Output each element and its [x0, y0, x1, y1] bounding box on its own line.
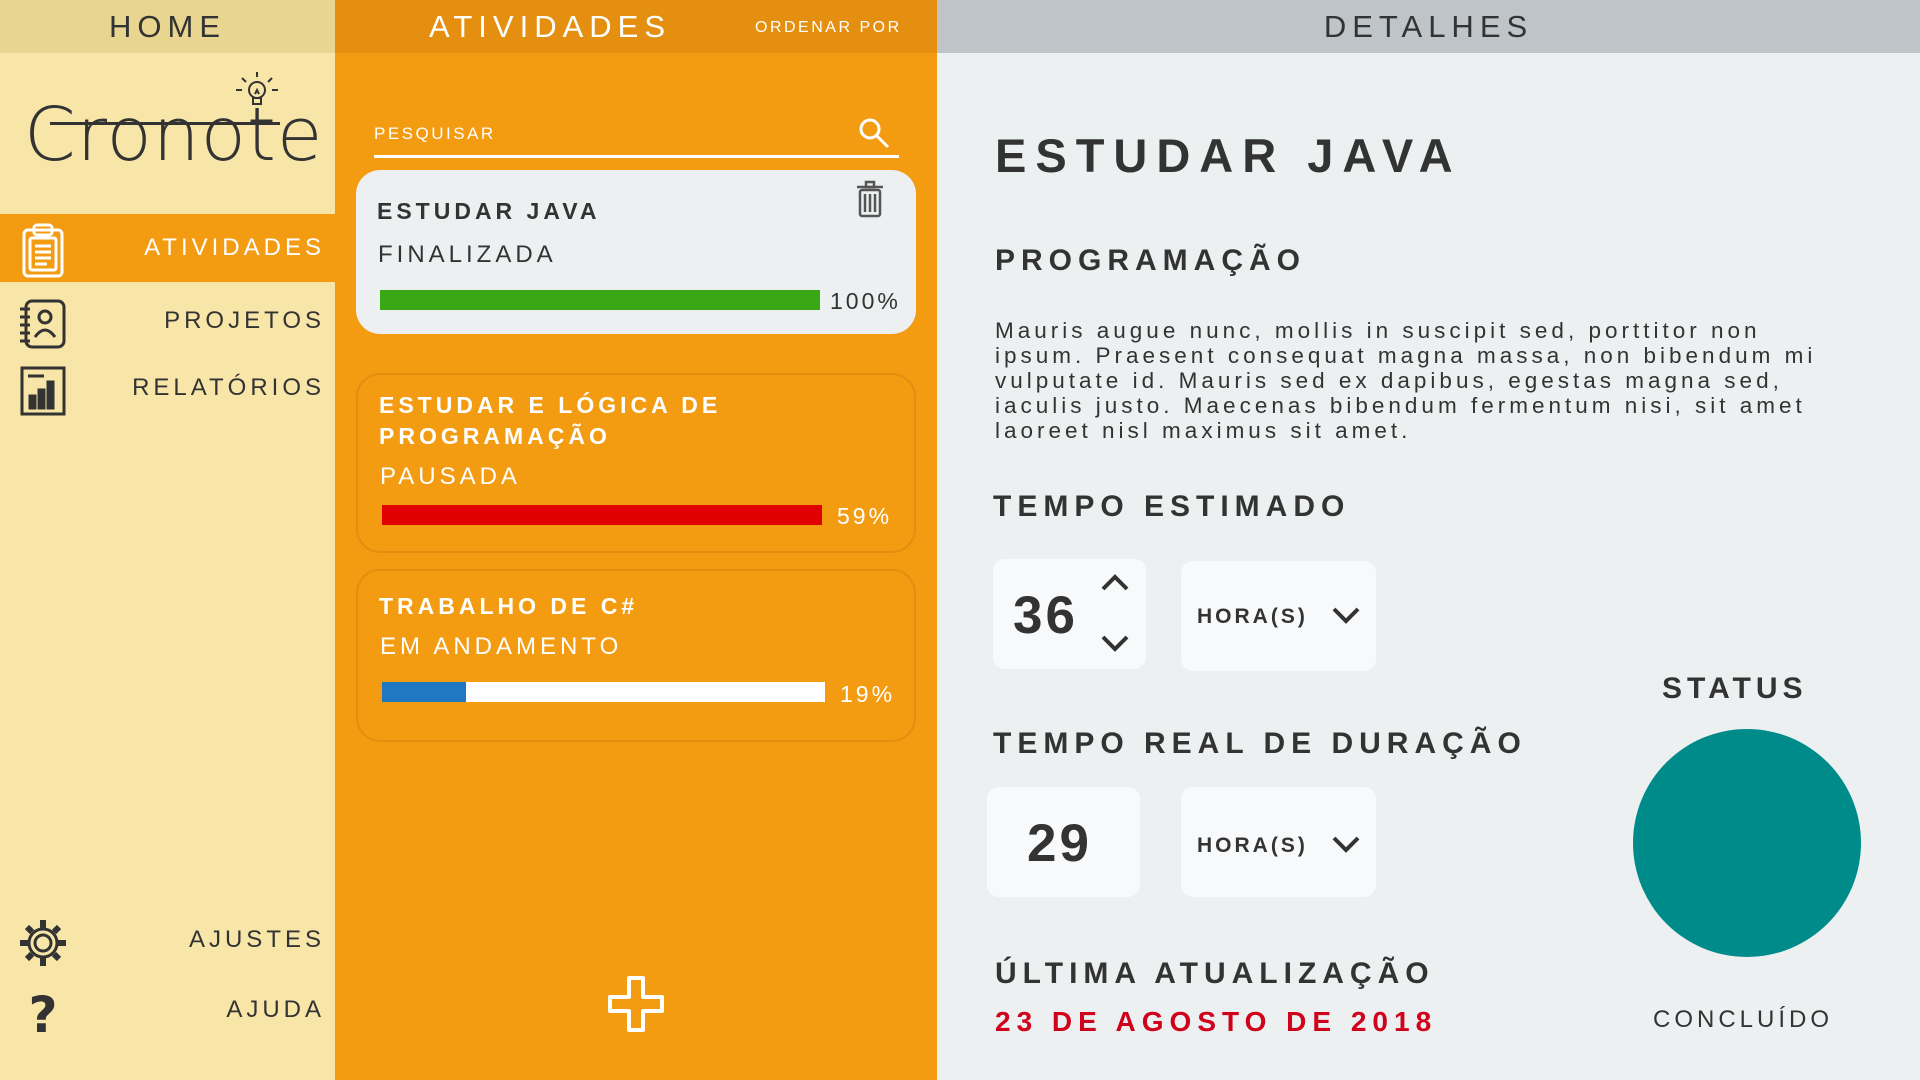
chevron-down-icon [1332, 607, 1360, 624]
home-header[interactable]: HOME [0, 0, 335, 53]
detail-title: ESTUDAR JAVA [995, 129, 1462, 182]
estimated-unit-value: HORA(S) [1197, 605, 1308, 628]
estimated-unit-select[interactable]: HORA(S) [1181, 561, 1376, 671]
sidebar-item-label: AJUDA [226, 996, 325, 1023]
svg-text:?: ? [28, 986, 57, 1042]
activity-status: PAUSADA [380, 463, 521, 490]
activity-status: FINALIZADA [378, 241, 557, 268]
progress-bar-fill [382, 682, 467, 702]
notebook-icon [20, 299, 66, 349]
progress-bar-fill [380, 290, 820, 310]
status-label: STATUS [1662, 672, 1808, 705]
trash-icon[interactable] [854, 180, 886, 218]
question-icon: ? [28, 986, 57, 1042]
sort-by-button[interactable]: ORDENAR POR [755, 19, 902, 37]
chevron-down-icon [1332, 836, 1360, 853]
estimated-time-stepper[interactable]: 36 [993, 559, 1146, 669]
detail-description: Mauris augue nunc, mollis in suscipit se… [995, 318, 1817, 443]
sidebar-item-relatorios[interactable]: RELATÓRIOS [0, 354, 335, 422]
progress-bar [382, 682, 825, 702]
estimated-time-label: TEMPO ESTIMADO [993, 490, 1351, 523]
activity-title: TRABALHO DE C# [379, 593, 639, 619]
status-value: CONCLUÍDO [1653, 1006, 1834, 1033]
activities-header-title: ATIVIDADES [429, 9, 672, 44]
sidebar-item-label: PROJETOS [164, 307, 325, 334]
activity-title-line2: PROGRAMAÇÃO [379, 423, 611, 449]
logo-text: Cronote [24, 92, 324, 178]
sidebar-item-projetos[interactable]: PROJETOS [0, 287, 335, 355]
last-update-label: ÚLTIMA ATUALIZAÇÃO [995, 957, 1435, 990]
activity-title: ESTUDAR JAVA [377, 198, 601, 224]
sidebar-item-atividades[interactable]: ATIVIDADES [0, 214, 335, 282]
details-header-title: DETALHES [1323, 8, 1534, 44]
progress-bar [380, 290, 820, 310]
sidebar-item-label: RELATÓRIOS [132, 374, 325, 401]
search-icon[interactable] [857, 116, 891, 150]
progress-bar [382, 505, 822, 525]
chevron-up-icon[interactable] [1099, 571, 1131, 593]
sidebar-item-label: AJUSTES [188, 926, 325, 953]
add-activity-icon[interactable] [607, 975, 665, 1033]
report-chart-icon [20, 366, 66, 416]
search-bar [374, 112, 899, 158]
activity-card[interactable]: ESTUDAR JAVA FINALIZADA 100% [356, 170, 916, 334]
sidebar-item-ajuda[interactable]: ? AJUDA [0, 976, 335, 1044]
sidebar-item-ajustes[interactable]: AJUSTES [0, 906, 335, 974]
real-time-label: TEMPO REAL DE DURAÇÃO [993, 727, 1527, 760]
cronote-logo: Cronote [20, 70, 324, 180]
progress-bar-fill [382, 505, 822, 525]
activity-title-line1: ESTUDAR E LÓGICA DE [379, 392, 722, 418]
activity-card[interactable]: TRABALHO DE C# EM ANDAMENTO 19% [356, 569, 916, 742]
real-time-field[interactable]: 29 [987, 787, 1140, 897]
gear-icon [20, 920, 66, 966]
detail-category: PROGRAMAÇÃO [995, 244, 1306, 277]
activity-status: EM ANDAMENTO [380, 633, 623, 660]
clipboard-icon [22, 223, 64, 278]
activities-header: ATIVIDADES ORDENAR POR [335, 0, 937, 53]
status-pie-chart [1633, 729, 1861, 957]
status-pie-slice [1633, 729, 1861, 957]
progress-percent: 59% [837, 503, 893, 529]
activity-card[interactable]: ESTUDAR E LÓGICA DE PROGRAMAÇÃO PAUSADA 5… [356, 373, 916, 553]
real-unit-select[interactable]: HORA(S) [1181, 787, 1376, 897]
real-time-value: 29 [1027, 814, 1092, 873]
sidebar-item-label: ATIVIDADES [144, 234, 325, 261]
progress-percent: 100% [830, 288, 901, 314]
activity-title: ESTUDAR E LÓGICA DE PROGRAMAÇÃO [379, 390, 721, 452]
last-update-date: 23 DE AGOSTO DE 2018 [995, 1006, 1438, 1037]
real-unit-value: HORA(S) [1197, 834, 1308, 857]
home-header-title: HOME [109, 8, 226, 44]
chevron-down-icon[interactable] [1099, 633, 1131, 655]
search-input[interactable] [374, 119, 834, 149]
progress-percent: 19% [840, 681, 896, 707]
details-header: DETALHES [937, 0, 1920, 53]
estimated-time-value: 36 [1013, 586, 1078, 645]
